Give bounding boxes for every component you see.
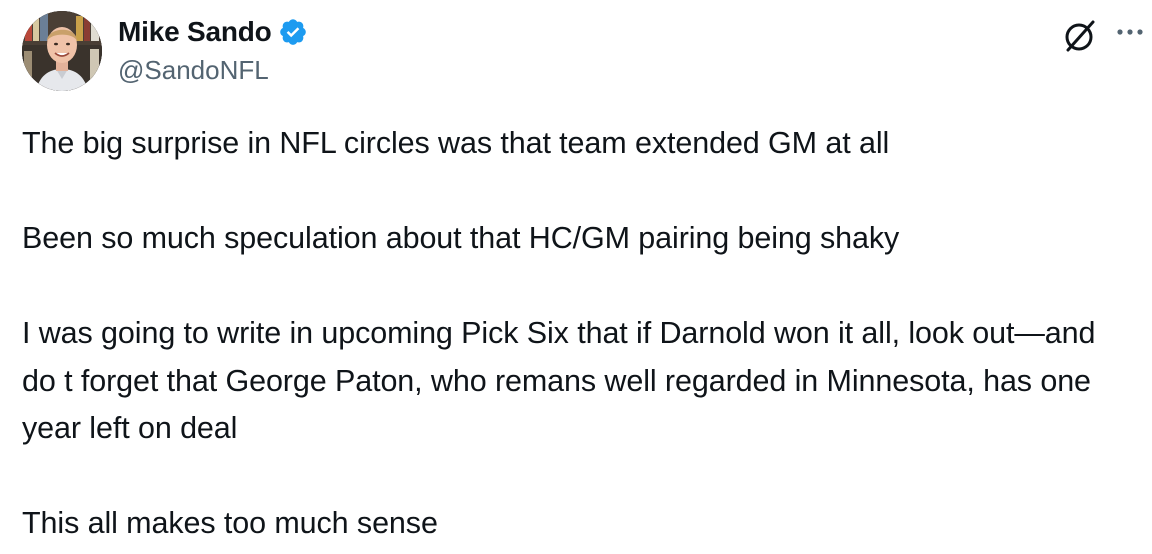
- author-name-row[interactable]: Mike Sando: [118, 14, 308, 50]
- tweet-paragraph: This all makes too much sense: [22, 506, 438, 540]
- verified-badge-icon[interactable]: [278, 17, 308, 47]
- tweet-paragraph: I was going to write in upcoming Pick Si…: [22, 316, 1104, 445]
- more-options-icon[interactable]: [1112, 18, 1148, 50]
- author-handle[interactable]: @SandoNFL: [118, 55, 269, 86]
- tweet-card: Mike Sando @SandoNFL The big surprise in…: [0, 0, 1152, 554]
- author-avatar[interactable]: [22, 11, 102, 91]
- grok-icon[interactable]: [1060, 16, 1100, 56]
- tweet-paragraph: Been so much speculation about that HC/G…: [22, 221, 900, 255]
- avatar-photo: [22, 11, 102, 91]
- tweet-text: The big surprise in NFL circles was that…: [22, 120, 1132, 548]
- author-display-name[interactable]: Mike Sando: [118, 16, 272, 48]
- tweet-paragraph: The big surprise in NFL circles was that…: [22, 126, 890, 160]
